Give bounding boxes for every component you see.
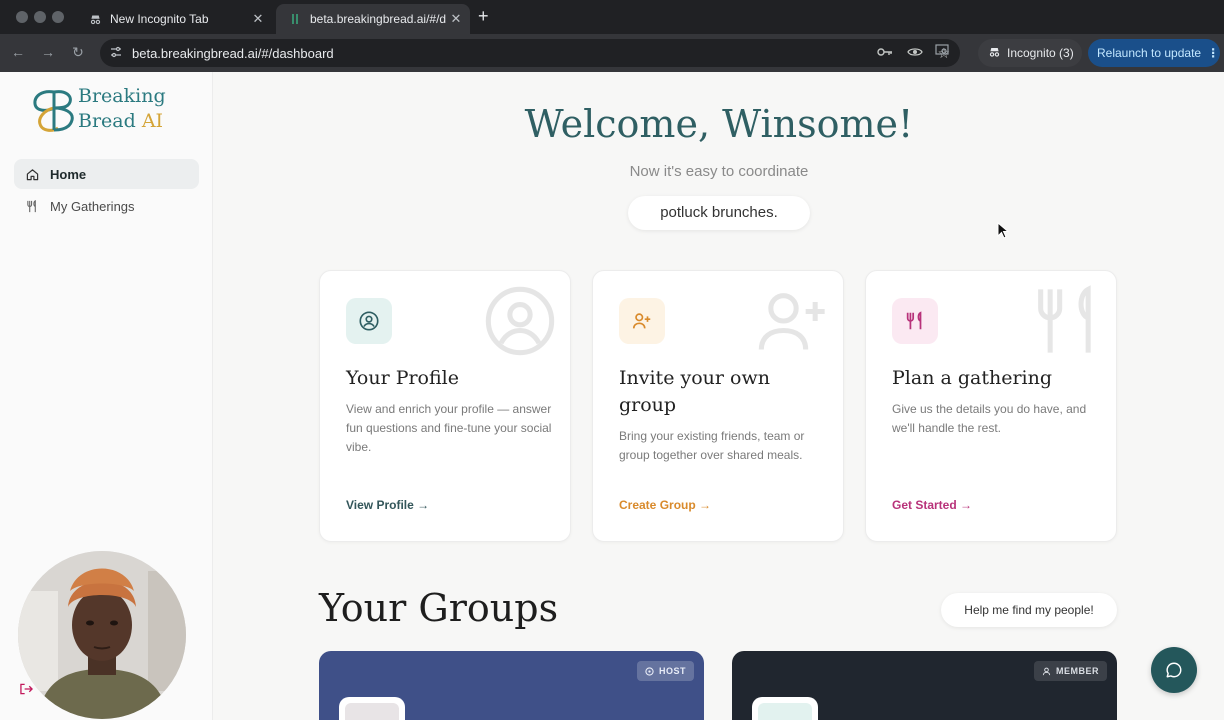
group-card-member[interactable]: MEMBER [732,651,1117,720]
sidebar-item-label: Home [50,166,87,182]
card-title: Your Profile [346,367,459,389]
logo-accent: AI [141,110,164,132]
group-avatar [752,697,818,720]
window-close-dot[interactable] [16,11,28,23]
new-tab-plus-icon[interactable]: + [478,6,489,27]
sidebar-item-label: My Gatherings [50,198,135,214]
arrow-right-icon: → [960,498,973,512]
logo-line1: Breaking [78,85,166,107]
close-icon[interactable]: ✕ [446,11,466,27]
get-started-link[interactable]: Get Started → [892,498,972,512]
card-icon-box [346,298,392,344]
card-icon-box [619,298,665,344]
sidebar-item-home[interactable]: Home [14,159,199,189]
favicon-icon [288,12,302,26]
site-settings-icon[interactable] [110,46,124,61]
eye-icon[interactable] [907,45,924,62]
webcam-overlay [18,551,186,719]
home-icon [26,168,40,181]
key-icon[interactable] [877,45,893,62]
browser-tab-bar: New Incognito Tab ✕ beta.breakingbread.a… [0,0,1224,34]
card-description: View and enrich your profile — answer fu… [346,402,552,454]
badge-circle-icon [645,666,654,676]
welcome-heading: Welcome, Winsome! [524,102,914,146]
card-link-label: View Profile [346,498,414,512]
logo[interactable]: Breaking Bread AI [32,84,182,136]
logo-wordmark: Breaking Bread AI [78,84,166,134]
relaunch-label: Relaunch to update [1097,46,1202,60]
tab-new-incognito[interactable]: New Incognito Tab ✕ [76,4,272,34]
create-group-link[interactable]: Create Group → [619,498,711,512]
user-circle-icon [485,286,555,356]
group-avatar [339,697,405,720]
host-badge: HOST [636,661,694,681]
tab-breakingbread[interactable]: beta.breakingbread.ai/#/dash ✕ [276,4,470,34]
chat-button[interactable] [1151,647,1197,693]
logo-mark-icon [33,90,74,132]
tab-title: New Incognito Tab [110,12,209,26]
card-invite-group[interactable]: Invite your own group Bring your existin… [592,270,844,542]
rotating-text-pill: potluck brunches. [628,196,810,230]
logo-line2: Bread [78,110,136,132]
forward-arrow-icon[interactable]: → [38,44,58,60]
extensions-icon[interactable] [935,44,949,59]
arrow-right-icon: → [699,498,712,512]
card-icon-box [892,298,938,344]
address-bar[interactable]: beta.breakingbread.ai/#/dashboard ☆ [100,39,960,67]
user-circle-icon [359,311,379,331]
utensils-icon [1038,285,1091,353]
welcome-subtitle: Now it's easy to coordinate [629,163,809,180]
card-description: Bring your existing friends, team or gro… [619,429,805,462]
card-title: Invite your own group [619,367,770,416]
chat-bubble-icon [1166,662,1182,678]
back-arrow-icon[interactable]: ← [8,44,28,60]
user-icon [1042,667,1051,675]
browser-toolbar: ← → ↻ beta.breakingbread.ai/#/dashboard … [0,34,1224,72]
card-title: Plan a gathering [892,367,1052,389]
tab-title: beta.breakingbread.ai/#/dash [310,12,446,26]
logout-icon[interactable] [20,683,33,698]
user-plus-icon [758,293,825,350]
close-icon[interactable]: ✕ [248,11,268,27]
reload-icon[interactable]: ↻ [68,44,88,61]
card-link-label: Create Group [619,498,696,512]
relaunch-button[interactable]: Relaunch to update ⋮ [1088,39,1220,67]
card-your-profile[interactable]: Your Profile View and enrich your profil… [319,270,571,542]
utensils-icon [906,311,922,330]
incognito-indicator[interactable]: Incognito (3) [978,39,1082,67]
presenter-video-image [18,551,186,719]
incognito-icon [988,46,1001,61]
window-minimize-dot[interactable] [34,11,46,23]
url-text: beta.breakingbread.ai/#/dashboard [132,45,334,61]
sidebar-item-my-gatherings[interactable]: My Gatherings [14,191,199,221]
view-profile-link[interactable]: View Profile → [346,498,429,512]
window-zoom-dot[interactable] [52,11,64,23]
user-plus-icon [632,313,651,329]
badge-label: MEMBER [1056,666,1099,676]
card-description: Give us the details you do have, and we'… [892,402,1087,435]
incognito-label: Incognito (3) [1007,46,1074,60]
arrow-right-icon: → [417,498,430,512]
dashboard-main: Welcome, Winsome! Now it's easy to coord… [214,72,1224,720]
incognito-icon [88,12,102,26]
mouse-cursor-icon [997,222,1009,239]
card-link-label: Get Started [892,498,957,512]
utensils-icon [26,199,40,213]
group-card-host[interactable]: HOST [319,651,704,720]
help-find-people-button[interactable]: Help me find my people! [941,593,1117,627]
member-badge: MEMBER [1034,661,1107,681]
your-groups-heading: Your Groups [319,586,559,630]
menu-kebab-icon[interactable]: ⋮ [1207,46,1219,60]
card-plan-gathering[interactable]: Plan a gathering Give us the details you… [865,270,1117,542]
badge-label: HOST [658,666,686,676]
